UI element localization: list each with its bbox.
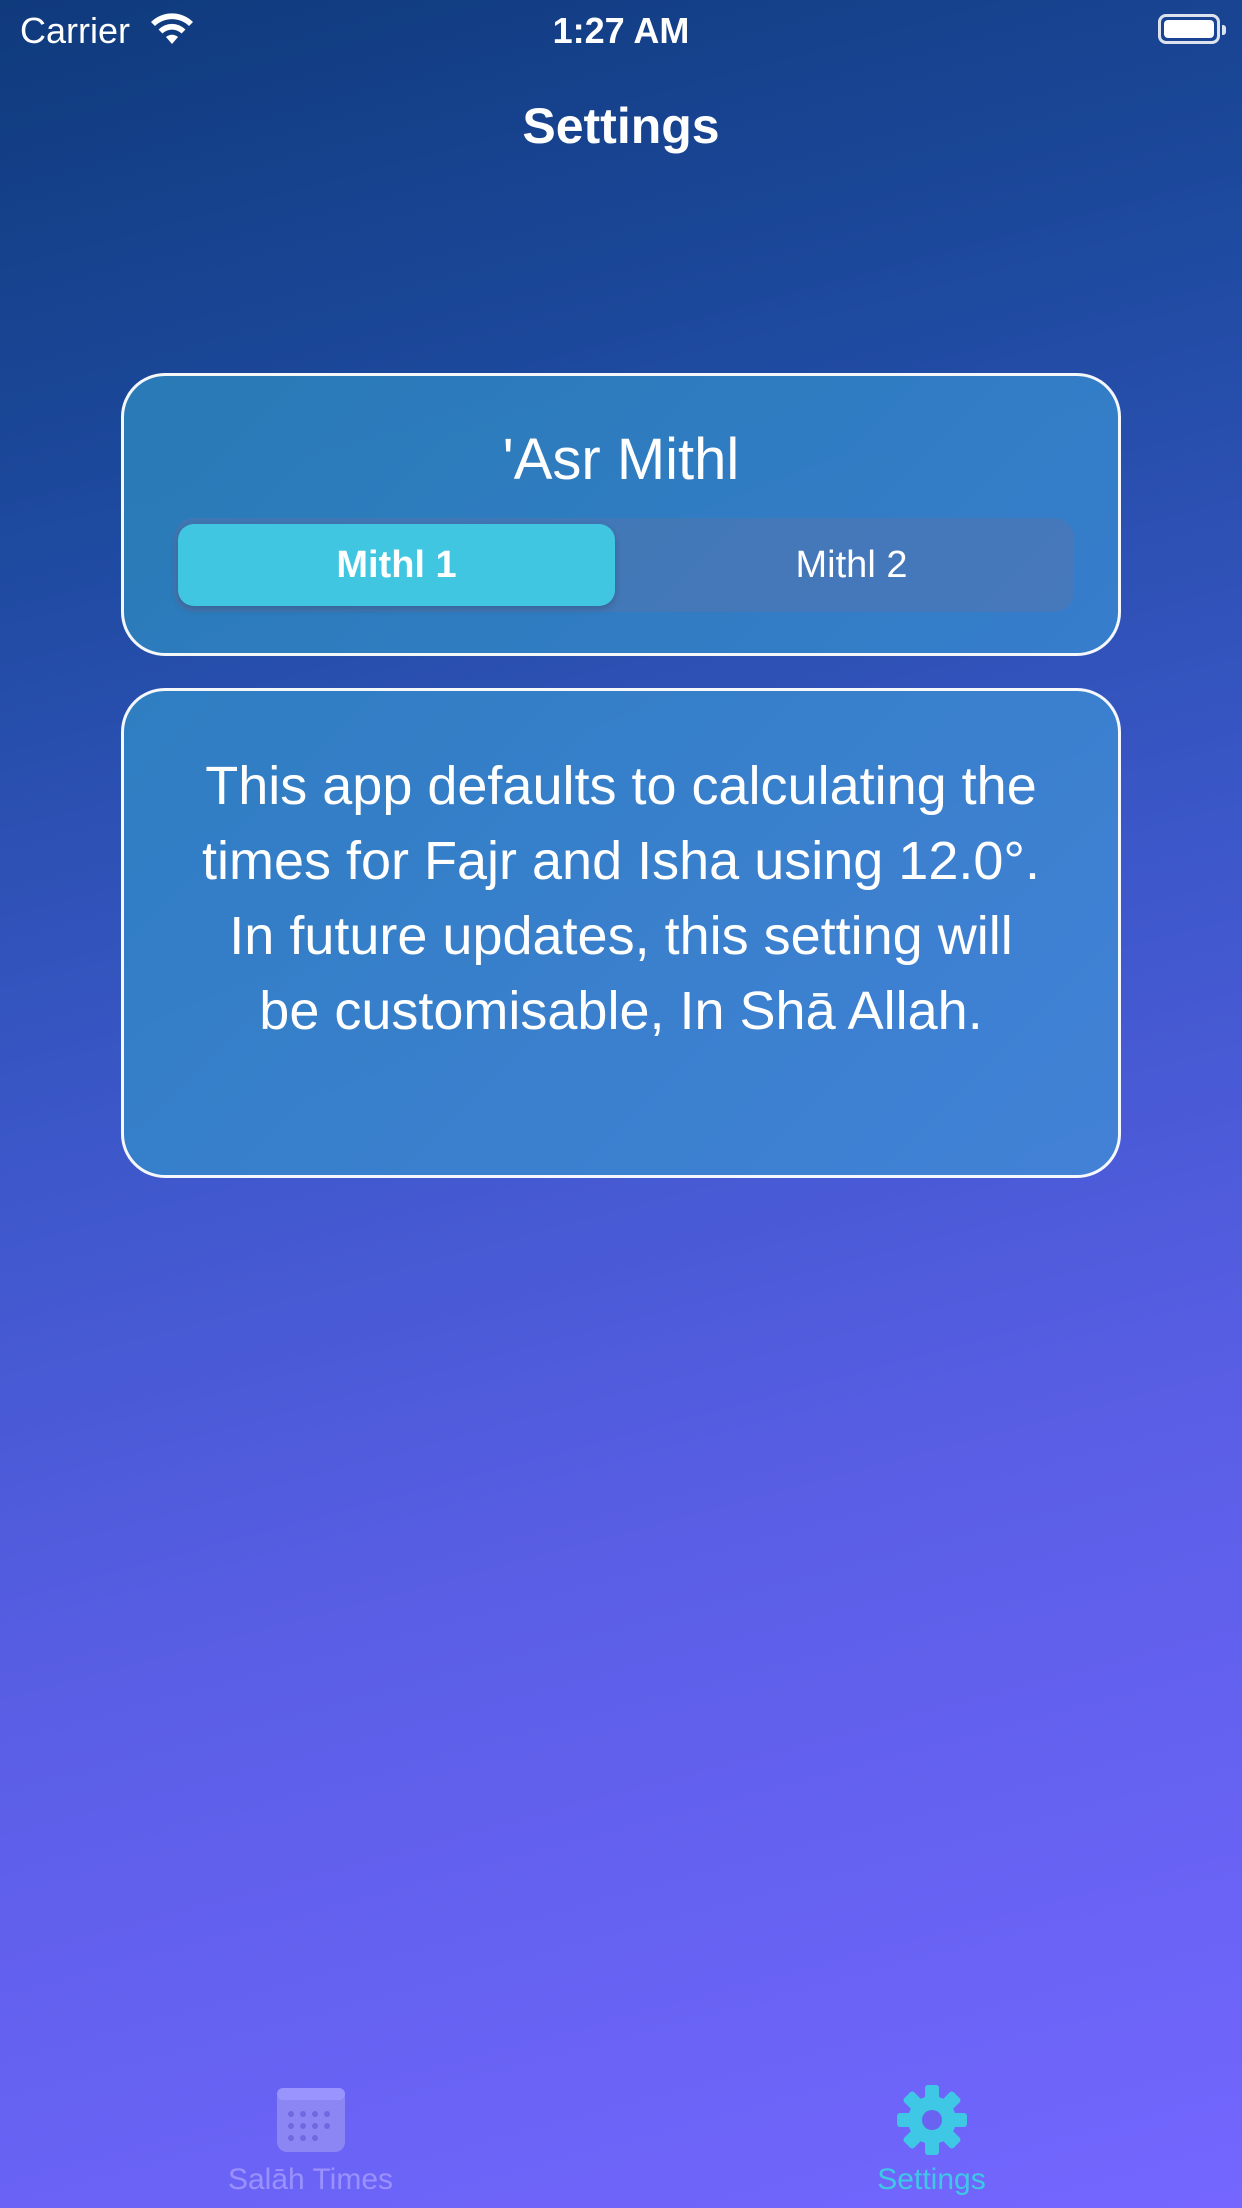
segment-mithl-2[interactable]: Mithl 2 (633, 524, 1070, 606)
status-bar: Carrier 1:27 AM (0, 0, 1242, 62)
info-card: This app defaults to calculating the tim… (121, 688, 1121, 1178)
battery-icon (1158, 14, 1226, 44)
page-title: Settings (522, 98, 720, 154)
status-time: 1:27 AM (552, 10, 690, 51)
asr-mithl-title: 'Asr Mithl (502, 427, 740, 492)
tab-settings-label: Settings (877, 2163, 986, 2196)
tab-bar: Salāh Times Settings (0, 2058, 1242, 2208)
segment-mithl-1[interactable]: Mithl 1 (178, 524, 615, 606)
tab-salah-times-label: Salāh Times (227, 2163, 394, 2196)
calendar-icon (275, 2084, 347, 2156)
gear-icon (896, 2084, 968, 2156)
tab-settings[interactable]: Settings (621, 2058, 1242, 2208)
mithl-segmented-control[interactable]: Mithl 1 Mithl 2 (174, 518, 1074, 612)
tab-salah-times[interactable]: Salāh Times (0, 2058, 621, 2208)
asr-mithl-card: 'Asr Mithl Mithl 1 Mithl 2 (121, 373, 1121, 656)
info-text: This app defaults to calculating the tim… (201, 756, 1040, 1041)
